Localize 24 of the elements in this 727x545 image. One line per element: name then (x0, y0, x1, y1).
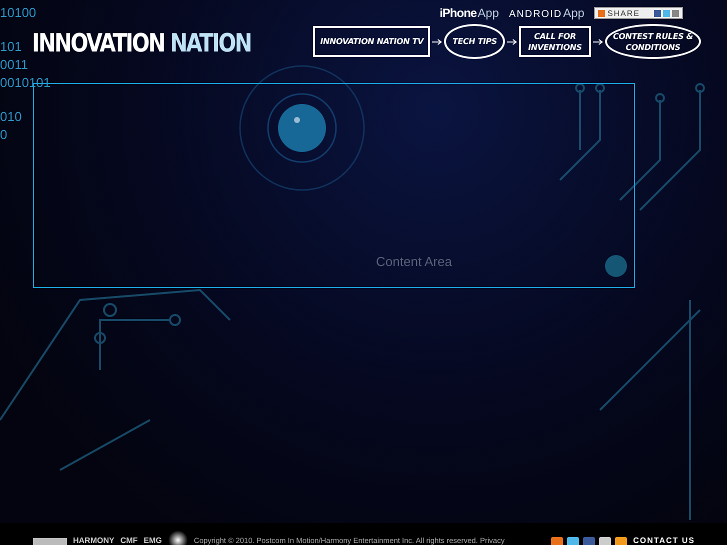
sponsor-logo[interactable]: CMF (120, 537, 138, 545)
contact-link[interactable]: CONTACT US (633, 537, 695, 545)
app-link[interactable]: ANDROIDApp (508, 6, 584, 20)
sponsor-logo[interactable]: EMG (144, 537, 162, 545)
binary-text: 0010101 (0, 76, 51, 90)
starburst-icon (168, 529, 188, 545)
nav-link[interactable]: CALL FOR INVENTIONS (519, 26, 591, 57)
arrow-icon (432, 38, 442, 46)
logo-word: NATION (170, 28, 251, 58)
binary-text: 0 (0, 128, 8, 142)
sponsor-logo[interactable]: HARMONY (73, 537, 114, 545)
content-label: Content Area (376, 254, 452, 269)
arrow-icon (593, 38, 603, 46)
logo-word: INNOVATION (32, 28, 164, 58)
arrow-icon (507, 38, 517, 46)
nav-link[interactable]: CONTEST RULES & CONDITIONS (605, 24, 701, 59)
partner-logo (33, 538, 67, 545)
nav-link[interactable]: INNOVATION NATION TV (313, 26, 430, 57)
binary-text: 10100 (0, 6, 38, 20)
nav-link[interactable]: TECH TIPS (444, 24, 505, 59)
app-link[interactable]: iPhoneApp (440, 6, 499, 20)
binary-text: 010 (0, 110, 23, 124)
share-button[interactable]: SHARE (594, 7, 683, 19)
binary-text: 0011 (0, 58, 29, 72)
